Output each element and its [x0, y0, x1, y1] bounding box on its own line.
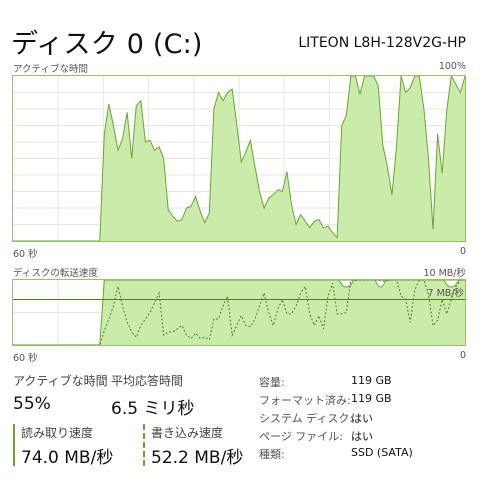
read-speed-indicator [13, 424, 15, 466]
write-speed-stat-value: 52.2 MB/秒 [151, 448, 244, 468]
disk-title: ディスク 0 (C:) [11, 29, 203, 60]
property-formatted-value: 119 GB [351, 392, 392, 405]
property-formatted-label: フォーマット済み: [259, 394, 351, 407]
transfer-chart [12, 279, 466, 346]
write-speed-indicator [143, 424, 145, 466]
read-speed-stat-value: 74.0 MB/秒 [21, 448, 114, 468]
active-time-axis-right: 0 [459, 246, 466, 257]
property-system-disk-label: システム ディスク: [259, 412, 354, 425]
write-speed-stat-label: 書き込み速度 [151, 426, 224, 440]
transfer-graph [13, 280, 465, 345]
transfer-axis-right: 0 [459, 350, 466, 361]
active-time-stat-value: 55% [13, 394, 51, 414]
response-time-stat-label: 平均応答時間 [111, 374, 184, 388]
read-speed-stat-label: 読み取り速度 [21, 426, 94, 440]
transfer-chart-label: ディスクの転送速度 [13, 268, 98, 279]
active-time-graph [13, 76, 465, 241]
active-time-axis-left: 60 秒 [13, 249, 38, 260]
active-time-chart [12, 75, 466, 242]
active-time-stat-label: アクティブな時間 [13, 374, 108, 388]
property-type-value: SSD (SATA) [351, 446, 413, 459]
disk-model: LITEON L8H-128V2G-HP [298, 35, 466, 51]
property-capacity-label: 容量: [259, 376, 285, 389]
transfer-chart-max: 10 MB/秒 [423, 268, 466, 279]
active-time-chart-label: アクティブな時間 [13, 64, 88, 75]
property-system-disk-value: はい [351, 412, 373, 425]
response-time-stat-value: 6.5 ミリ秒 [111, 399, 195, 419]
property-page-file-label: ページ ファイル: [259, 430, 343, 443]
transfer-axis-left: 60 秒 [13, 353, 38, 364]
property-page-file-value: はい [351, 430, 373, 443]
property-type-label: 種類: [259, 448, 285, 461]
property-capacity-value: 119 GB [351, 374, 392, 387]
active-time-chart-max: 100% [438, 61, 466, 72]
transfer-ref-label: 7 MB/秒 [427, 288, 464, 299]
